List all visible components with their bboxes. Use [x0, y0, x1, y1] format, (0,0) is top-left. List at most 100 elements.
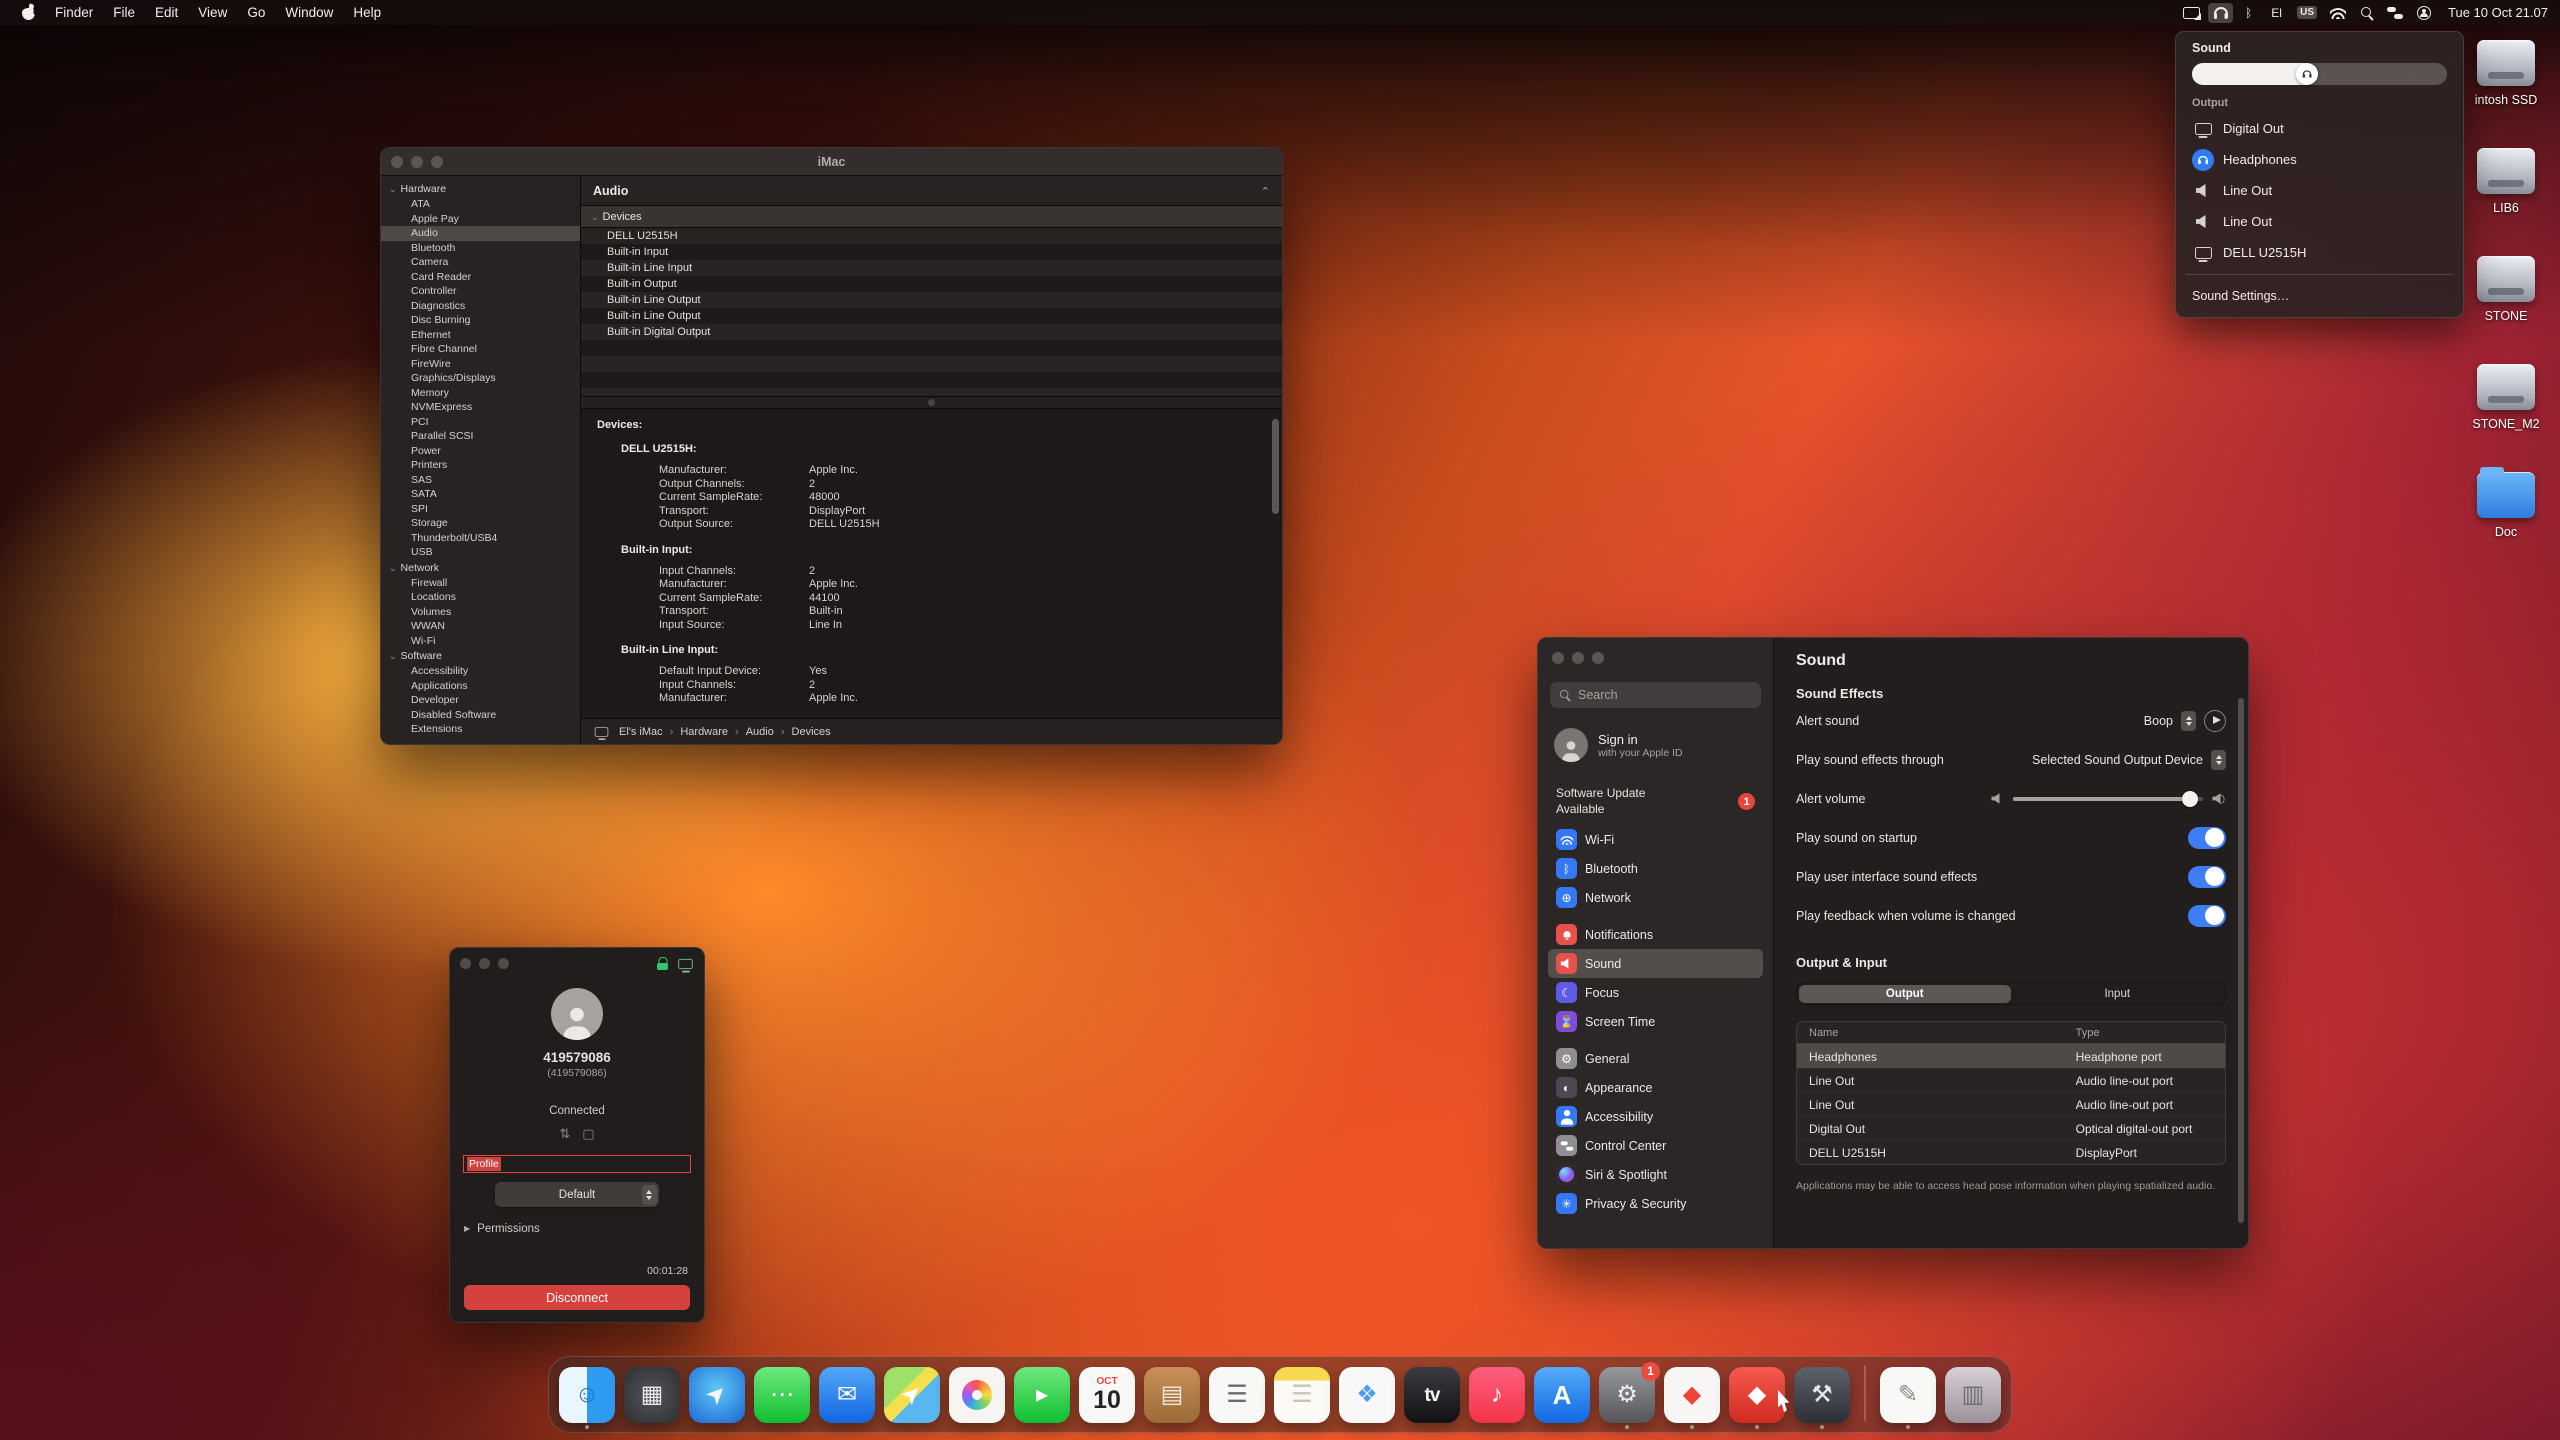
- dock-icon-facetime[interactable]: ▸: [1014, 1367, 1070, 1429]
- volume-track[interactable]: [2192, 63, 2447, 85]
- toggle-switch[interactable]: [2188, 905, 2226, 927]
- device-row[interactable]: Built-in Line Output: [581, 292, 1282, 308]
- collapse-icon[interactable]: [1261, 184, 1270, 198]
- table-row[interactable]: DELL U2515H DisplayPort: [1797, 1140, 2225, 1164]
- sidebar-item[interactable]: USB: [381, 545, 580, 560]
- device-row[interactable]: Built-in Input: [581, 244, 1282, 260]
- sidebar-section-header[interactable]: Hardware: [381, 181, 580, 197]
- breadcrumb-item[interactable]: El's iMac: [619, 726, 663, 738]
- table-row[interactable]: Headphones Headphone port: [1797, 1044, 2225, 1068]
- spotlight-icon[interactable]: [2354, 3, 2379, 23]
- dock-icon-safari[interactable]: ➤: [689, 1367, 745, 1429]
- settings-sidebar-item[interactable]: ⚙ General: [1548, 1044, 1763, 1073]
- dock-icon-anydesk[interactable]: ◆: [1664, 1367, 1720, 1429]
- close-button[interactable]: [460, 958, 471, 969]
- sidebar-item[interactable]: Apple Pay: [381, 212, 580, 227]
- device-row[interactable]: Built-in Output: [581, 276, 1282, 292]
- sidebar-item[interactable]: FireWire: [381, 357, 580, 372]
- table-row[interactable]: Line Out Audio line-out port: [1797, 1068, 2225, 1092]
- bluetooth-icon[interactable]: ᛒ: [2236, 3, 2261, 23]
- dock-icon-remote-app[interactable]: ◆: [1729, 1367, 1785, 1429]
- sidebar-item[interactable]: Controller: [381, 284, 580, 299]
- sidebar-item[interactable]: Locations: [381, 590, 580, 605]
- menu-item[interactable]: Window: [275, 3, 343, 22]
- dock-icon-textedit[interactable]: ✎: [1880, 1367, 1936, 1429]
- close-button[interactable]: [391, 156, 403, 168]
- device-row[interactable]: Built-in Line Output: [581, 308, 1282, 324]
- sound-output-item[interactable]: Line Out: [2176, 206, 2463, 237]
- sidebar-item[interactable]: Parallel SCSI: [381, 429, 580, 444]
- scrollbar[interactable]: [1272, 419, 1279, 514]
- desktop-icon-stone-m2[interactable]: STONE_M2: [2454, 362, 2558, 431]
- menu-item[interactable]: Help: [343, 3, 391, 22]
- menu-item[interactable]: View: [188, 3, 237, 22]
- slider-knob[interactable]: [2182, 791, 2198, 807]
- settings-sidebar-item[interactable]: Control Center: [1548, 1131, 1763, 1160]
- scrollbar[interactable]: [2238, 698, 2244, 1223]
- effects-through-stepper[interactable]: [2211, 750, 2226, 770]
- permissions-disclosure[interactable]: Permissions: [464, 1223, 540, 1235]
- zoom-button[interactable]: [498, 958, 509, 969]
- toggle-switch[interactable]: [2188, 827, 2226, 849]
- dock-icon-reminders[interactable]: ☰: [1209, 1367, 1265, 1429]
- dock-icon-music[interactable]: ♪: [1469, 1367, 1525, 1429]
- dock-icon-trash[interactable]: ▥: [1945, 1367, 2001, 1429]
- devices-group-row[interactable]: Devices: [581, 206, 1282, 228]
- wifi-icon[interactable]: [2325, 3, 2351, 23]
- sidebar-item[interactable]: Thunderbolt/USB4: [381, 531, 580, 546]
- sound-output-item[interactable]: Headphones: [2176, 144, 2463, 175]
- table-row[interactable]: Line Out Audio line-out port: [1797, 1092, 2225, 1116]
- zoom-button[interactable]: [1592, 652, 1604, 664]
- sound-output-item[interactable]: DELL U2515H: [2176, 237, 2463, 268]
- settings-sidebar-item[interactable]: Wi-Fi: [1548, 825, 1763, 854]
- sidebar-item[interactable]: Printers: [381, 458, 580, 473]
- sidebar-item[interactable]: Disabled Software: [381, 708, 580, 723]
- dock-icon-freeform[interactable]: ❖: [1339, 1367, 1395, 1429]
- alert-sound-stepper[interactable]: [2181, 711, 2196, 731]
- sidebar-item[interactable]: SATA: [381, 487, 580, 502]
- sound-settings-item[interactable]: Sound Settings…: [2176, 281, 2463, 311]
- dock-icon-maps[interactable]: ➤: [884, 1367, 940, 1429]
- sound-output-item[interactable]: Digital Out: [2176, 113, 2463, 144]
- sidebar-item[interactable]: Card Reader: [381, 270, 580, 285]
- sidebar-item[interactable]: Power: [381, 444, 580, 459]
- sidebar-item[interactable]: SPI: [381, 502, 580, 517]
- app-status-text[interactable]: El: [2264, 3, 2289, 23]
- toggle-switch[interactable]: [2188, 866, 2226, 888]
- control-center-icon[interactable]: [2382, 3, 2408, 23]
- dock-icon-launchpad[interactable]: ▦: [624, 1367, 680, 1429]
- profile-input[interactable]: Profile: [463, 1155, 691, 1173]
- dock-icon-tv[interactable]: tv: [1404, 1367, 1460, 1429]
- sidebar-item[interactable]: WWAN: [381, 619, 580, 634]
- sound-headphones-icon[interactable]: [2208, 3, 2233, 23]
- settings-sidebar-item[interactable]: ᛒ Bluetooth: [1548, 854, 1763, 883]
- input-source-icon[interactable]: US: [2292, 3, 2322, 23]
- sidebar-section-header[interactable]: Network: [381, 560, 580, 576]
- sidebar-item[interactable]: Applications: [381, 679, 580, 694]
- menu-item[interactable]: File: [103, 3, 145, 22]
- sidebar-item[interactable]: Accessibility: [381, 664, 580, 679]
- sidebar-item[interactable]: PCI: [381, 415, 580, 430]
- minimize-button[interactable]: [1572, 652, 1584, 664]
- menu-bar-clock[interactable]: Tue 10 Oct 21.07: [2448, 5, 2548, 20]
- menu-item[interactable]: Finder: [45, 3, 103, 22]
- breadcrumb-item[interactable]: Audio: [728, 726, 774, 738]
- volume-knob[interactable]: [2296, 63, 2318, 85]
- sidebar-item[interactable]: Diagnostics: [381, 299, 580, 314]
- dock-icon-messages[interactable]: ⋯: [754, 1367, 810, 1429]
- sidebar-item[interactable]: Developer: [381, 693, 580, 708]
- sidebar-item[interactable]: Extensions: [381, 722, 580, 737]
- volume-slider[interactable]: [2192, 63, 2447, 85]
- dock-icon-system-settings[interactable]: ⚙ 1: [1599, 1367, 1655, 1429]
- menu-item[interactable]: Edit: [145, 3, 188, 22]
- file-transfer-icon[interactable]: ⇅: [559, 1126, 570, 1142]
- desktop-icon-doc[interactable]: Doc: [2454, 470, 2558, 539]
- sidebar-item[interactable]: Fibre Channel: [381, 342, 580, 357]
- sidebar-item[interactable]: Firewall: [381, 576, 580, 591]
- desktop-icon-lib6[interactable]: LIB6: [2454, 146, 2558, 215]
- table-row[interactable]: Digital Out Optical digital-out port: [1797, 1116, 2225, 1140]
- sidebar-item[interactable]: Storage: [381, 516, 580, 531]
- sound-output-item[interactable]: Line Out: [2176, 175, 2463, 206]
- disconnect-button[interactable]: Disconnect: [464, 1285, 690, 1310]
- close-button[interactable]: [1552, 652, 1564, 664]
